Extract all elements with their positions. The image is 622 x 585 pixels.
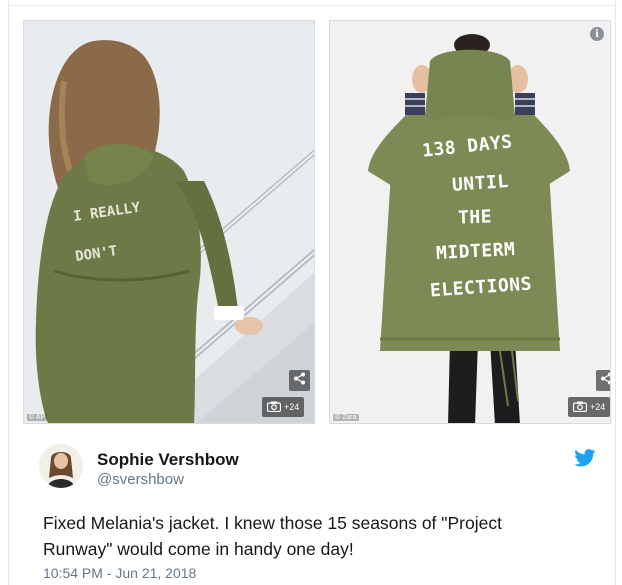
- slogan-line: 138 DAYS: [421, 131, 514, 162]
- slogan-line: MIDTERM: [435, 238, 516, 265]
- tweet-timestamp[interactable]: 10:54 PM - Jun 21, 2018: [43, 565, 196, 581]
- gallery-count-button[interactable]: +24: [262, 397, 305, 417]
- slogan-line: UNTIL: [451, 171, 510, 196]
- avatar[interactable]: [39, 444, 83, 488]
- gallery-count-button[interactable]: +24: [568, 397, 610, 417]
- gallery-count: +24: [284, 402, 300, 412]
- twitter-bird-icon[interactable]: [574, 449, 596, 467]
- photo-jacket-model[interactable]: 138 DAYS UNTIL THE MIDTERM ELECTIONS i ©…: [329, 20, 611, 424]
- share-button[interactable]: [289, 370, 310, 391]
- share-button[interactable]: [596, 370, 610, 391]
- gallery-count: +24: [590, 402, 606, 412]
- slogan-line: ELECTIONS: [429, 273, 533, 302]
- photo-credit: © AP: [27, 414, 48, 421]
- slogan-line: THE: [457, 206, 493, 229]
- top-divider: [9, 0, 617, 6]
- author-name[interactable]: Sophie Vershbow: [97, 450, 239, 470]
- share-icon: [600, 372, 610, 390]
- info-icon[interactable]: i: [590, 27, 604, 41]
- jacket-slogan: 138 DAYS UNTIL THE MIDTERM ELECTIONS: [330, 21, 610, 423]
- tweet-text-line: Runway" would come in handy one day!: [43, 539, 354, 559]
- tweet-text: Fixed Melania's jacket. I knew those 15 …: [43, 510, 603, 562]
- camera-icon: [266, 401, 282, 414]
- photo-left-illustration: I REALLY DON'T: [24, 21, 314, 423]
- photo-melania-stairs[interactable]: I REALLY DON'T © AP +24: [23, 20, 315, 424]
- share-icon: [293, 372, 306, 390]
- photo-credit: © Zara: [333, 414, 359, 421]
- camera-icon: [572, 401, 588, 414]
- tweet-text-line: Fixed Melania's jacket. I knew those 15 …: [43, 513, 502, 533]
- tweet-embed-card: I REALLY DON'T © AP +24 138 DAYS UNTIL T…: [8, 0, 617, 585]
- author-handle[interactable]: @svershbow: [97, 471, 184, 488]
